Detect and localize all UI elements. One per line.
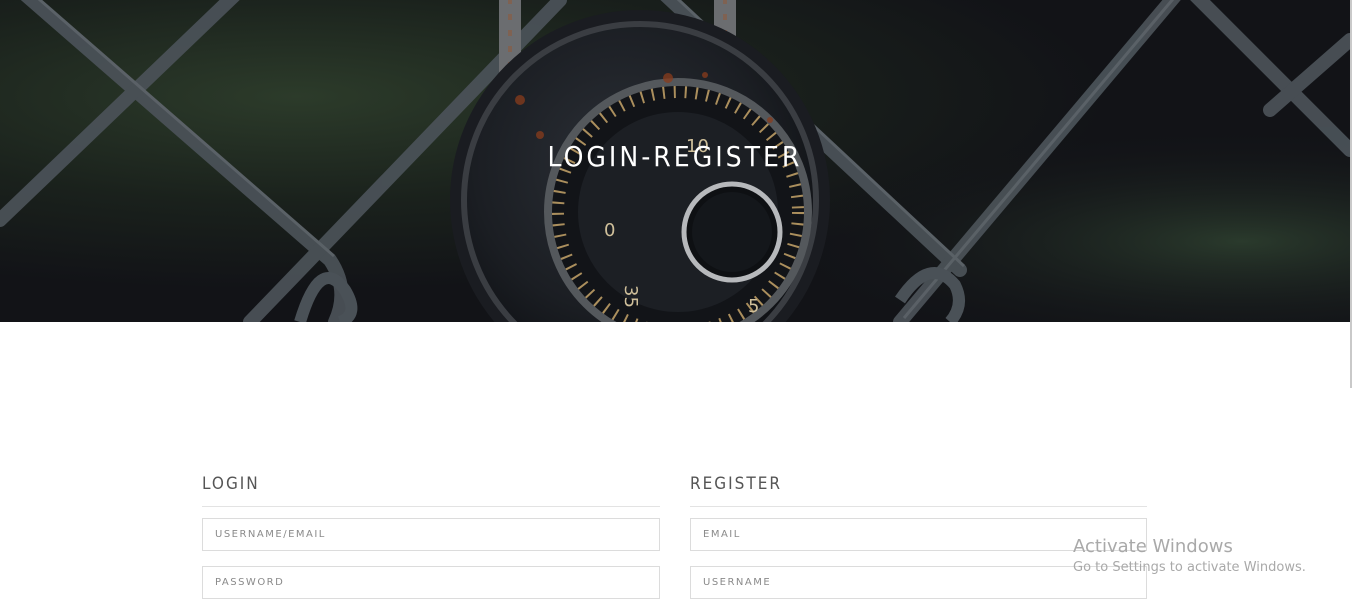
register-form: REGISTER bbox=[690, 470, 1147, 599]
page-title: LOGIN-REGISTER bbox=[547, 140, 803, 173]
login-form: LOGIN bbox=[202, 470, 660, 599]
hero-banner: 0 10 35 5 LOGIN-REGISTER bbox=[0, 0, 1350, 322]
login-username-input[interactable] bbox=[202, 518, 660, 551]
register-heading: REGISTER bbox=[690, 470, 1147, 507]
svg-text:35: 35 bbox=[620, 285, 641, 308]
login-register-page: 0 10 35 5 LOGIN-REGISTER LOGIN USERNAME/… bbox=[0, 0, 1352, 605]
login-password-input[interactable] bbox=[202, 566, 660, 599]
login-heading: LOGIN bbox=[202, 470, 660, 507]
register-email-input[interactable] bbox=[690, 518, 1147, 551]
svg-text:0: 0 bbox=[604, 220, 615, 241]
register-username-input[interactable] bbox=[690, 566, 1147, 599]
svg-text:5: 5 bbox=[748, 296, 759, 317]
